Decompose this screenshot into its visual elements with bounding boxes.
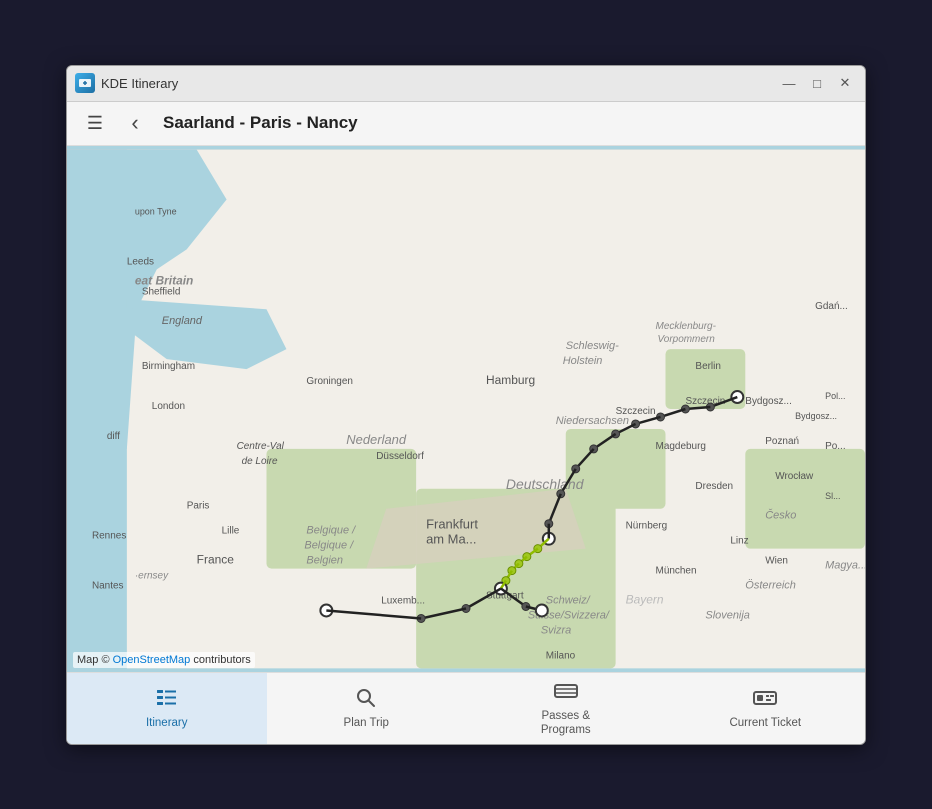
map-area[interactable]: England Leeds Sheffield Birmingham Londo… bbox=[67, 146, 865, 672]
svg-text:Leeds: Leeds bbox=[127, 256, 154, 267]
svg-text:Bydgosz...: Bydgosz... bbox=[745, 396, 792, 407]
svg-text:Česko: Česko bbox=[765, 508, 796, 521]
app-icon bbox=[75, 73, 95, 93]
nav-label-current-ticket: Current Ticket bbox=[729, 717, 801, 731]
svg-text:Belgique /: Belgique / bbox=[306, 524, 356, 536]
svg-text:Belgique /: Belgique / bbox=[304, 539, 354, 551]
svg-text:de Loire: de Loire bbox=[242, 455, 278, 466]
nav-item-current-ticket[interactable]: Current Ticket bbox=[666, 673, 866, 744]
svg-text:Lille: Lille bbox=[222, 525, 240, 536]
svg-text:Düsseldorf: Düsseldorf bbox=[376, 450, 424, 461]
svg-text:Poznań: Poznań bbox=[765, 435, 799, 446]
svg-text:Schweiz/: Schweiz/ bbox=[546, 594, 591, 606]
svg-text:Szczecin: Szczecin bbox=[685, 396, 725, 407]
page-title: Saarland - Paris - Nancy bbox=[163, 113, 358, 133]
svg-text:Nantes: Nantes bbox=[92, 580, 124, 591]
svg-text:Wrocław: Wrocław bbox=[775, 470, 814, 481]
svg-text:Birmingham: Birmingham bbox=[142, 361, 195, 372]
svg-text:eat Britain: eat Britain bbox=[135, 273, 194, 287]
nav-label-plan-trip: Plan Trip bbox=[344, 717, 389, 731]
openstreetmap-link[interactable]: OpenStreetMap bbox=[113, 654, 191, 666]
toolbar: ☰ ‹ Saarland - Paris - Nancy bbox=[67, 102, 865, 146]
passes-icon bbox=[553, 679, 579, 707]
close-button[interactable]: ✕ bbox=[833, 73, 857, 93]
svg-text:Holstein: Holstein bbox=[563, 355, 603, 367]
svg-text:Vorpommern: Vorpommern bbox=[658, 334, 716, 345]
window-title: KDE Itinerary bbox=[101, 76, 178, 91]
svg-text:upon Tyne: upon Tyne bbox=[135, 206, 177, 216]
svg-text:Hamburg: Hamburg bbox=[486, 373, 535, 387]
nav-item-passes-programs[interactable]: Passes &Programs bbox=[466, 673, 666, 744]
back-button[interactable]: ‹ bbox=[119, 107, 151, 139]
svg-text:diff: diff bbox=[107, 430, 120, 441]
svg-text:Bayern: Bayern bbox=[626, 592, 664, 606]
map-svg: England Leeds Sheffield Birmingham Londo… bbox=[67, 146, 865, 672]
svg-text:Magdeburg: Magdeburg bbox=[656, 440, 706, 451]
svg-text:Berlin: Berlin bbox=[695, 361, 721, 372]
svg-text:München: München bbox=[656, 565, 697, 576]
svg-text:Gdań...: Gdań... bbox=[815, 301, 848, 312]
svg-text:Svizra: Svizra bbox=[541, 624, 571, 636]
svg-text:Rennes: Rennes bbox=[92, 530, 126, 541]
svg-text:Niedersachsen: Niedersachsen bbox=[556, 414, 629, 426]
svg-text:am Ma...: am Ma... bbox=[426, 531, 476, 546]
svg-text:Groningen: Groningen bbox=[306, 376, 353, 387]
svg-text:London: London bbox=[152, 401, 185, 412]
svg-text:Luxemb...: Luxemb... bbox=[381, 595, 425, 606]
svg-text:Slovenija: Slovenija bbox=[705, 609, 750, 621]
svg-text:Belgien: Belgien bbox=[306, 554, 343, 566]
svg-text:Wien: Wien bbox=[765, 555, 788, 566]
svg-text:Centre-Val: Centre-Val bbox=[237, 440, 285, 451]
svg-text:Mecklenburg-: Mecklenburg- bbox=[656, 321, 717, 332]
titlebar-left: KDE Itinerary bbox=[75, 73, 178, 93]
svg-text:France: France bbox=[197, 552, 235, 566]
back-icon: ‹ bbox=[131, 110, 138, 136]
hamburger-icon: ☰ bbox=[87, 113, 103, 134]
svg-text:Sl...: Sl... bbox=[825, 490, 840, 500]
svg-text:England: England bbox=[162, 315, 203, 327]
nav-item-plan-trip[interactable]: Plan Trip bbox=[267, 673, 467, 744]
svg-text:Bydgosz...: Bydgosz... bbox=[795, 410, 837, 420]
ticket-icon bbox=[752, 686, 778, 714]
titlebar: KDE Itinerary — □ ✕ bbox=[67, 66, 865, 102]
minimize-button[interactable]: — bbox=[777, 73, 801, 93]
search-icon bbox=[354, 686, 378, 714]
map-attribution: Map © OpenStreetMap contributors bbox=[73, 652, 255, 668]
svg-text:Österreich: Österreich bbox=[745, 579, 796, 591]
nav-label-passes-programs: Passes &Programs bbox=[541, 710, 591, 738]
svg-text:Milano: Milano bbox=[546, 650, 576, 661]
svg-text:Linz: Linz bbox=[730, 535, 748, 546]
nav-item-itinerary[interactable]: Itinerary bbox=[67, 673, 267, 744]
svg-text:Deutschland: Deutschland bbox=[506, 475, 585, 491]
svg-text:Schleswig-: Schleswig- bbox=[566, 340, 619, 352]
attribution-suffix: contributors bbox=[190, 654, 251, 666]
menu-button[interactable]: ☰ bbox=[79, 107, 111, 139]
app-window: KDE Itinerary — □ ✕ ☰ ‹ Saarland - Paris… bbox=[66, 65, 866, 745]
maximize-button[interactable]: □ bbox=[805, 73, 829, 93]
window-controls: — □ ✕ bbox=[777, 73, 857, 93]
attribution-prefix: Map © bbox=[77, 654, 113, 666]
svg-text:Po...: Po... bbox=[825, 440, 846, 451]
bottom-nav: Itinerary Plan Trip Passes &Programs bbox=[67, 672, 865, 744]
svg-text:Pol...: Pol... bbox=[825, 391, 845, 401]
svg-text:·ernsey: ·ernsey bbox=[135, 570, 169, 581]
svg-text:Nürnberg: Nürnberg bbox=[626, 520, 668, 531]
svg-text:Sheffield: Sheffield bbox=[142, 286, 181, 297]
svg-text:Magya...: Magya... bbox=[825, 559, 865, 571]
svg-text:Dresden: Dresden bbox=[695, 480, 733, 491]
svg-text:Frankfurt: Frankfurt bbox=[426, 516, 478, 531]
itinerary-icon bbox=[154, 686, 180, 714]
svg-text:Paris: Paris bbox=[187, 500, 210, 511]
svg-text:Nederland: Nederland bbox=[346, 431, 407, 446]
nav-label-itinerary: Itinerary bbox=[146, 717, 188, 731]
